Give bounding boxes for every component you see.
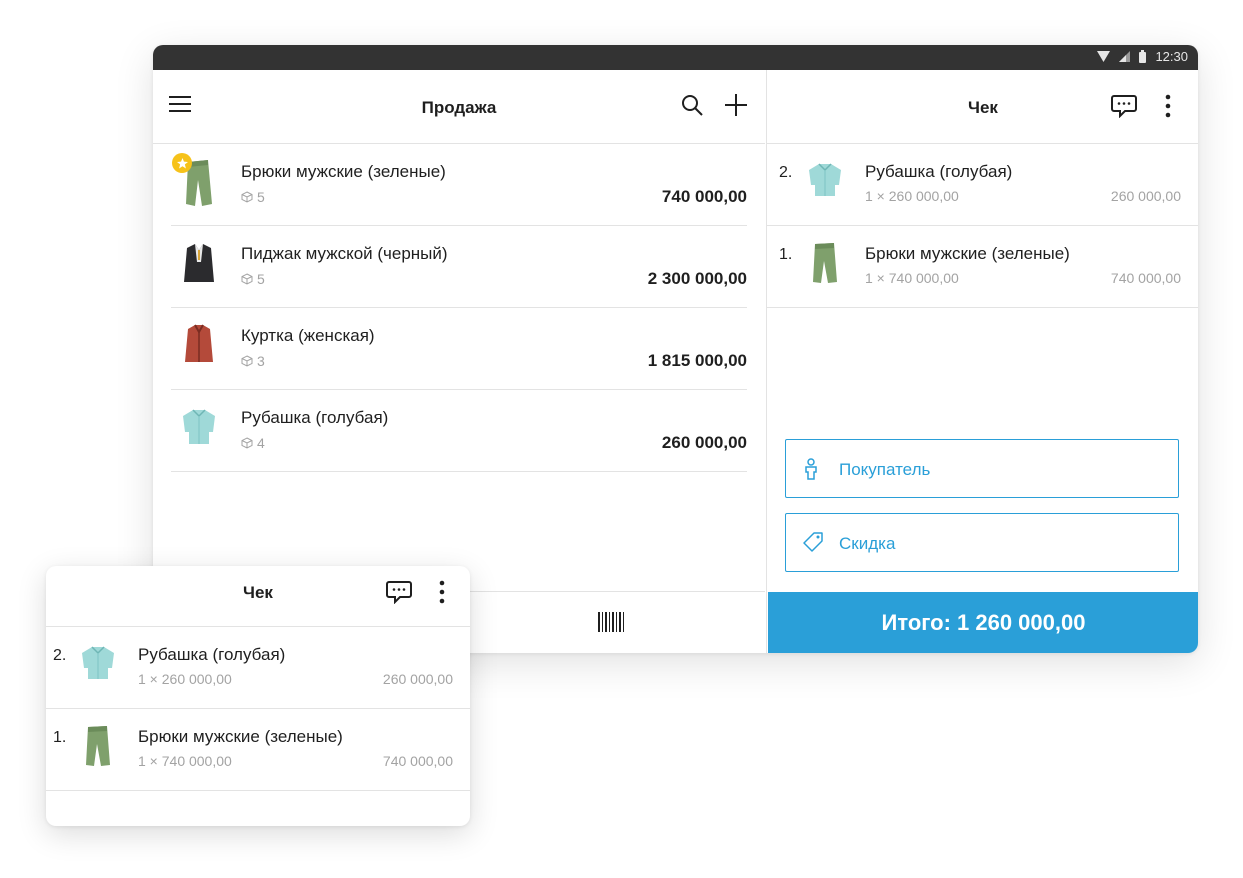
item-quantity: 1 × 740 000,00	[138, 753, 232, 769]
buyer-button[interactable]: Покупатель	[785, 439, 1179, 498]
comment-icon	[1111, 95, 1137, 118]
blue-shirt-thumbnail	[82, 646, 114, 679]
stock-count: 3	[257, 353, 265, 369]
search-icon	[682, 95, 703, 116]
product-stock: 4	[241, 435, 265, 451]
star-icon	[176, 157, 188, 169]
green-trousers-thumbnail	[813, 243, 837, 283]
discount-button[interactable]: Скидка	[785, 513, 1179, 572]
receipt-item[interactable]: 1. Брюки мужские (зеленые) 1 × 740 000,0…	[767, 226, 1198, 308]
buyer-label: Покупатель	[839, 460, 931, 479]
box-icon	[241, 437, 253, 449]
item-sum: 740 000,00	[1110, 270, 1181, 286]
product-name: Куртка (женская)	[241, 326, 375, 345]
item-name: Брюки мужские (зеленые)	[865, 244, 1070, 263]
plus-icon	[725, 94, 747, 116]
stock-count: 4	[257, 435, 265, 451]
item-quantity: 1 × 260 000,00	[865, 188, 959, 204]
box-icon	[241, 273, 253, 285]
product-stock: 5	[241, 271, 265, 287]
comment-icon	[386, 581, 412, 604]
product-price: 260 000,00	[661, 433, 747, 452]
product-name: Пиджак мужской (черный)	[241, 244, 448, 263]
item-name: Рубашка (голубая)	[865, 162, 1013, 181]
receipt-item[interactable]: 2. Рубашка (голубая) 1 × 260 000,00 260 …	[46, 627, 470, 709]
person-icon	[805, 458, 817, 480]
favorite-badge	[172, 153, 192, 173]
product-stock: 3	[241, 353, 265, 369]
item-number: 1.	[779, 246, 793, 263]
product-name: Брюки мужские (зеленые)	[241, 162, 446, 181]
tablet-screen: 12:30 Продажа Брюки мужские (зеленые) 5 …	[153, 45, 1198, 653]
phone-receipt-card: Чек 2. Рубашка (голубая) 1 × 260 000,00 …	[46, 566, 470, 826]
receipt-toolbar: Чек	[767, 70, 1198, 144]
product-name: Рубашка (голубая)	[241, 408, 389, 427]
status-time: 12:30	[1155, 49, 1188, 64]
stock-count: 5	[257, 189, 265, 205]
item-quantity: 1 × 740 000,00	[865, 270, 959, 286]
product-stock: 5	[241, 189, 265, 205]
tag-icon	[803, 532, 823, 552]
search-button[interactable]	[681, 94, 703, 116]
status-bar: 12:30	[153, 45, 1198, 70]
more-vertical-icon	[1165, 94, 1171, 118]
barcode-icon[interactable]	[598, 612, 624, 632]
box-icon	[241, 355, 253, 367]
product-row[interactable]: Рубашка (голубая) 4 260 000,00	[171, 390, 747, 472]
battery-icon	[1139, 50, 1147, 63]
item-sum: 260 000,00	[382, 671, 453, 687]
item-name: Рубашка (голубая)	[138, 645, 286, 664]
wifi-icon	[1097, 51, 1111, 62]
item-sum: 260 000,00	[1110, 188, 1181, 204]
product-row[interactable]: Пиджак мужской (черный) 5 2 300 000,00	[171, 226, 747, 308]
total-pay-button[interactable]: Итого: 1 260 000,00	[768, 592, 1198, 653]
blue-shirt-thumbnail	[809, 163, 841, 196]
add-product-button[interactable]	[725, 94, 747, 116]
more-vertical-icon	[439, 580, 445, 604]
phone-more-button[interactable]	[439, 580, 445, 604]
green-trousers-thumbnail	[86, 726, 110, 766]
box-icon	[241, 191, 253, 203]
more-button[interactable]	[1165, 94, 1171, 118]
signal-icon	[1119, 51, 1131, 62]
product-price: 2 300 000,00	[647, 269, 747, 288]
stock-count: 5	[257, 271, 265, 287]
phone-receipt-toolbar: Чек	[46, 566, 470, 627]
red-jacket-thumbnail	[185, 324, 213, 362]
product-row[interactable]: Брюки мужские (зеленые) 5 740 000,00	[171, 144, 747, 226]
page-title: Продажа	[421, 98, 497, 117]
product-price: 1 815 000,00	[647, 351, 747, 370]
item-number: 2.	[53, 647, 67, 664]
comment-button[interactable]	[1111, 94, 1137, 118]
item-number: 1.	[53, 729, 67, 746]
item-name: Брюки мужские (зеленые)	[138, 727, 343, 746]
product-price: 740 000,00	[661, 187, 747, 206]
blue-shirt-thumbnail	[183, 409, 215, 444]
black-jacket-thumbnail	[184, 244, 214, 282]
sale-toolbar: Продажа	[153, 70, 765, 144]
receipt-pane: Чек 2. Рубашка (голубая) 1 × 260 000,00 …	[766, 70, 1198, 653]
discount-label: Скидка	[839, 534, 896, 553]
item-number: 2.	[779, 164, 793, 181]
product-row[interactable]: Куртка (женская) 3 1 815 000,00	[171, 308, 747, 390]
receipt-item[interactable]: 1. Брюки мужские (зеленые) 1 × 740 000,0…	[46, 709, 470, 791]
phone-comment-button[interactable]	[386, 580, 412, 604]
receipt-item[interactable]: 2. Рубашка (голубая) 1 × 260 000,00 260 …	[767, 144, 1198, 226]
item-sum: 740 000,00	[382, 753, 453, 769]
item-quantity: 1 × 260 000,00	[138, 671, 232, 687]
